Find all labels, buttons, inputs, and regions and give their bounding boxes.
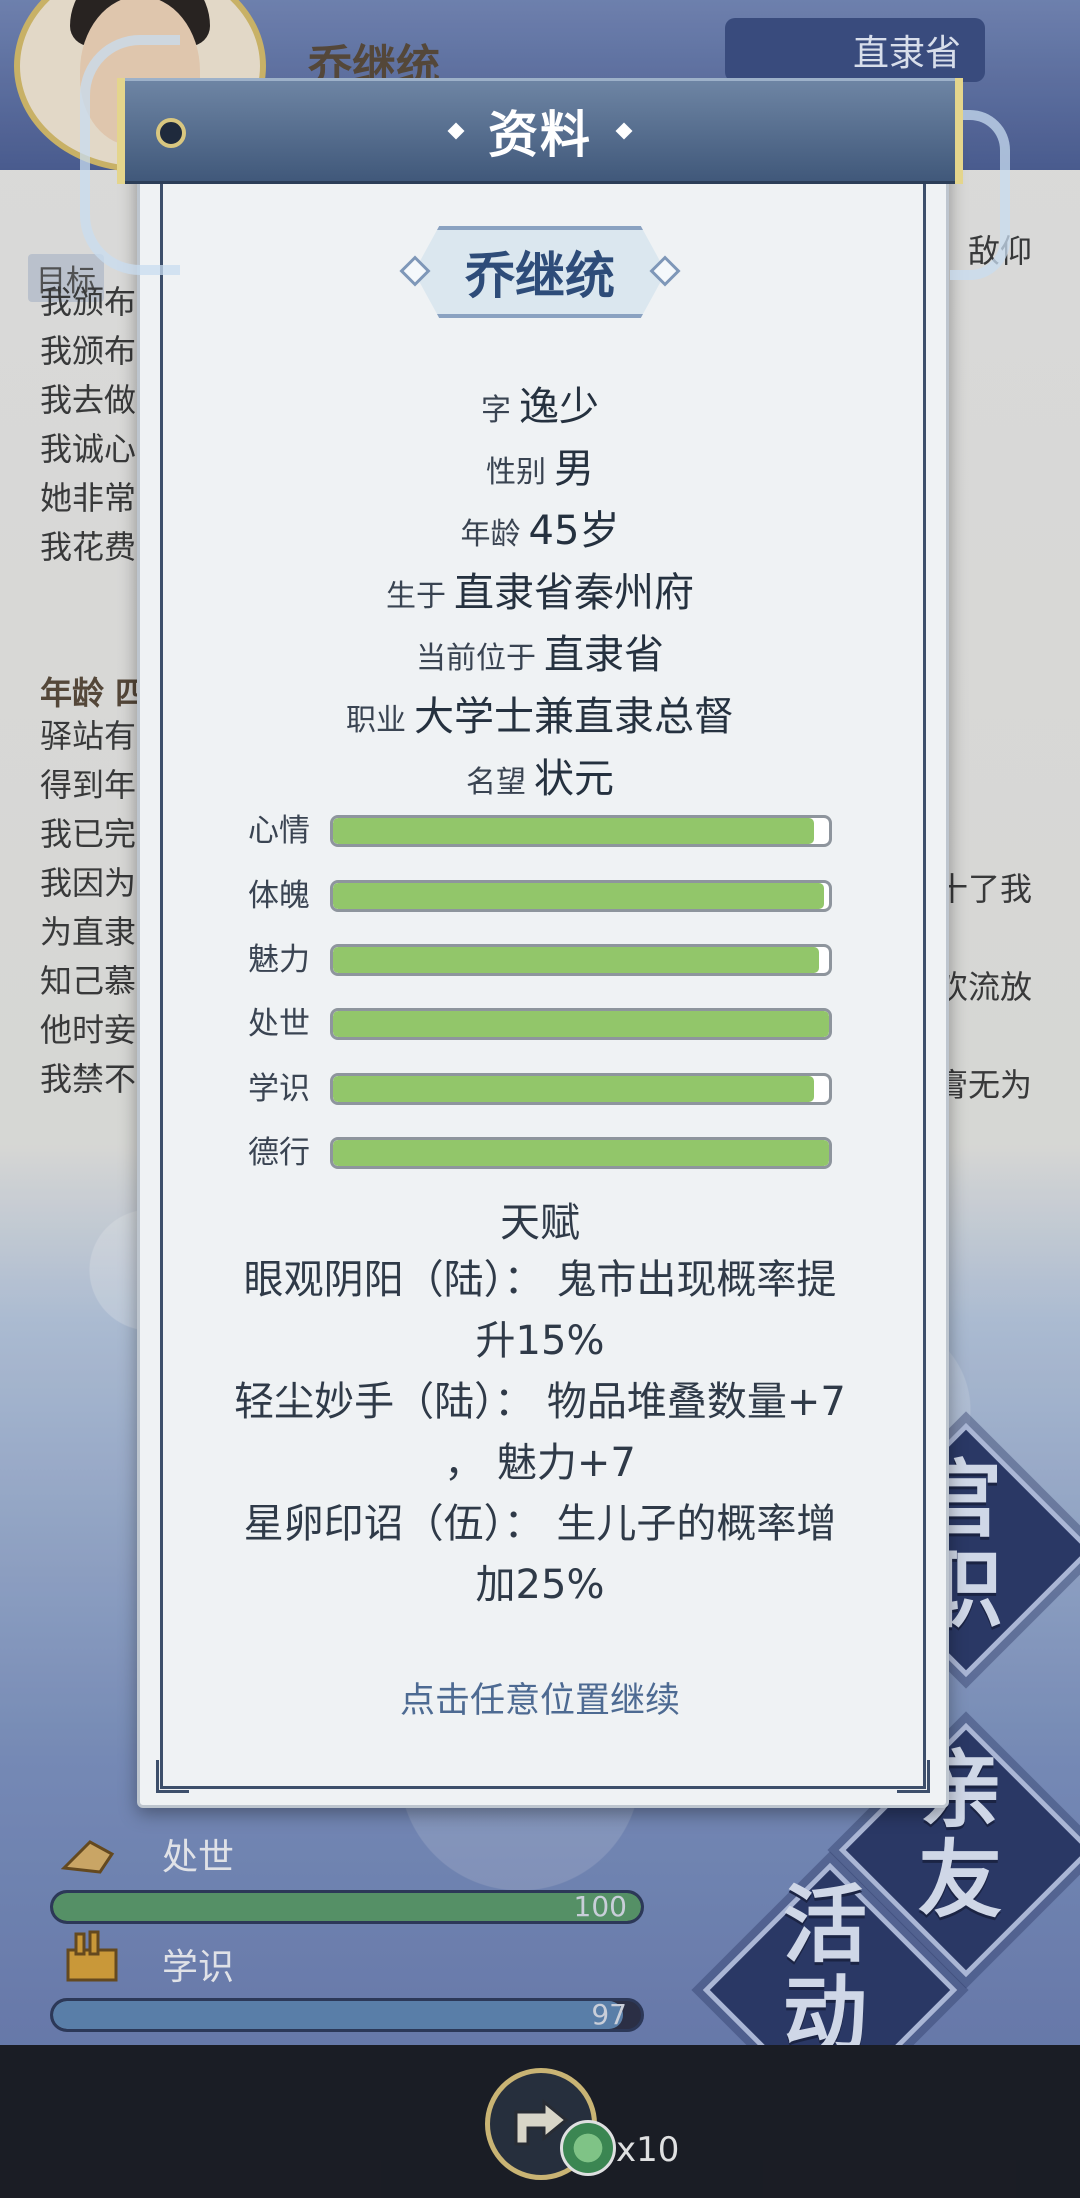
stat-bar <box>330 815 832 847</box>
corner-ornament <box>156 1760 189 1793</box>
stat-row-physique: 体魄 <box>236 876 836 916</box>
talent-line: 加25% <box>475 1562 605 1608</box>
info-key: 性别 <box>486 455 546 490</box>
info-key: 生于 <box>386 579 446 614</box>
info-age: 年龄 45岁 <box>137 498 943 556</box>
stat-bar-fill <box>333 947 820 973</box>
info-gender: 性别男 <box>137 436 943 494</box>
stat-bar-fill <box>333 1076 815 1102</box>
stat-bar-fill <box>333 883 825 909</box>
talent-line: 眼观阴阳（陆）： 鬼市出现概率提 <box>243 1257 837 1303</box>
stat-bar <box>330 1008 832 1040</box>
info-key: 字 <box>481 393 511 428</box>
info-reputation: 名望 状元 <box>137 746 943 804</box>
info-value: 45岁 <box>528 508 620 554</box>
info-occupation: 职业 大学士兼直隶总督 <box>137 684 943 742</box>
talent-line: 星卵印诏（伍）： 生儿子的概率增 <box>243 1501 837 1547</box>
stat-row-mood: 心情 <box>236 811 836 851</box>
info-value: 男 <box>554 446 594 492</box>
stat-bar <box>330 880 832 912</box>
info-key: 年龄 <box>460 517 521 552</box>
character-name: 乔继统 <box>465 247 615 305</box>
stat-label: 体魄 <box>248 878 310 914</box>
stat-bar-fill <box>333 1011 829 1037</box>
stat-label: 学识 <box>248 1071 310 1107</box>
stat-label: 心情 <box>248 813 310 849</box>
info-birthplace: 生于 直隶省秦州府 <box>137 560 943 618</box>
stat-label: 魅力 <box>248 942 310 978</box>
talent-line: 升15% <box>475 1318 605 1364</box>
stat-bar-fill <box>333 818 815 844</box>
info-key: 名望 <box>466 765 526 800</box>
stat-row-knowledge: 学识 <box>236 1069 836 1109</box>
talent-line: ， 魅力+7 <box>444 1440 636 1486</box>
diamond-icon <box>447 122 465 140</box>
info-courtesy-name: 字逸少 <box>137 374 943 432</box>
diamond-icon <box>615 122 633 140</box>
stat-label: 德行 <box>248 1135 310 1171</box>
stat-bar-fill <box>333 1140 829 1166</box>
info-value: 大学士兼直隶总督 <box>414 694 734 740</box>
stat-row-charm: 魅力 <box>236 940 836 980</box>
talent-heading: 天赋 <box>500 1200 580 1246</box>
info-value: 状元 <box>534 756 614 802</box>
stat-row-conduct: 处世 <box>236 1004 836 1044</box>
info-key: 当前位于 <box>416 641 536 676</box>
dialog-title-text: 资料 <box>488 106 592 164</box>
stat-bar <box>330 1137 832 1169</box>
info-value: 直隶省 <box>544 632 664 678</box>
corner-ornament <box>897 1760 930 1793</box>
talent-line: 轻尘妙手（陆）： 物品堆叠数量+7 <box>234 1379 846 1425</box>
info-key: 职业 <box>346 703 406 738</box>
info-value: 逸少 <box>519 384 599 430</box>
info-location: 当前位于 直隶省 <box>137 622 943 680</box>
stat-label: 处世 <box>248 1006 310 1042</box>
name-plaque: 乔继统 <box>398 226 682 318</box>
continue-hint[interactable]: 点击任意位置继续 <box>137 1672 943 1723</box>
dialog-title: 资料 <box>117 78 963 184</box>
stat-row-virtue: 德行 <box>236 1133 836 1173</box>
stat-bar <box>330 944 832 976</box>
info-value: 直隶省秦州府 <box>454 570 694 616</box>
stat-bar <box>330 1073 832 1105</box>
